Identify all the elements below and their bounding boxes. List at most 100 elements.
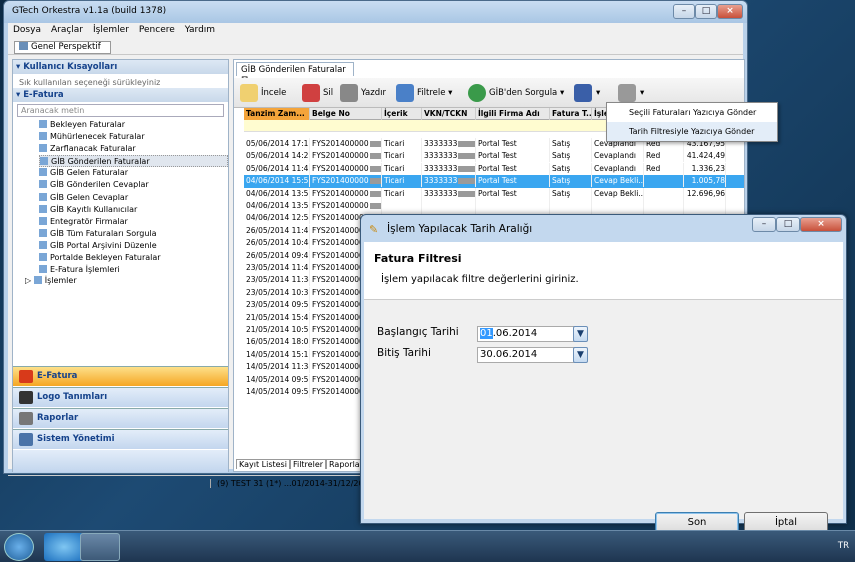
table-cell: 26/05/2014 11:43 [246,224,310,237]
tree-item[interactable]: Entegratör Firmalar [39,216,228,228]
tab-kayit-listesi[interactable]: Kayıt Listesi [236,459,290,469]
tree-item-islemler[interactable]: ▷ İşlemler [13,276,228,288]
tree-item-selected[interactable]: GİB Gönderilen Faturalar [39,155,228,168]
end-date-field[interactable]: 30.06.2014 [477,347,585,363]
table-cell: FYS201400000 [310,187,382,200]
window-title: GTech Orkestra v1.1a (build 1378) [12,6,167,16]
table-cell: 41.424,49 [684,150,726,163]
table-cell: FYS201400000 [310,200,382,212]
language-indicator[interactable]: TR [838,541,849,551]
start-button[interactable] [4,533,34,561]
table-cell: 05/06/2014 11:40 [246,162,310,175]
perspective-label: Genel Perspektif [31,42,101,52]
start-date-field[interactable]: 01.06.2014 [477,326,585,342]
dialog-subheading: İşlem yapılacak filtre değerlerini girin… [381,274,579,285]
yazdir-button[interactable]: Yazdır [340,82,386,104]
doc-icon [40,157,48,166]
magnifier-icon [240,84,258,102]
sil-button[interactable]: Sil [302,82,333,104]
dialog-maximize-button[interactable]: □ [776,217,800,232]
table-cell: 23/05/2014 10:30 [246,286,310,299]
gib-sorgula-button[interactable]: GİB'den Sorgula ▾ [468,82,564,104]
accordion-sistem[interactable]: Sistem Yönetimi [13,429,228,449]
tree-item[interactable]: GİB Portal Arşivini Düzenle [39,240,228,252]
table-cell: 26/05/2014 10:44 [246,237,310,250]
tree-item[interactable]: GİB Tüm Faturaları Sorgula [39,228,228,240]
tree-item[interactable]: GİB Gelen Faturalar [39,167,228,179]
redacted-mark [458,190,475,197]
tree-item[interactable]: E-Fatura İşlemleri [39,264,228,276]
col-firma[interactable]: İlgili Firma Adı [476,108,550,120]
table-row[interactable]: 05/06/2014 14:29 FYS201400000 Ticari 333333… [244,150,744,163]
dialog-minimize-button[interactable]: – [752,217,776,232]
efatura-tree: Bekleyen Faturalar Mühürlenecek Faturala… [13,119,228,276]
tree-item[interactable]: GİB Kayıtlı Kullanıcılar [39,204,228,216]
accordion-logo[interactable]: Logo Tanımları [13,387,228,407]
table-cell: Cevap Bekli... [594,175,644,188]
table-cell [684,200,726,212]
table-cell: Portal Test [476,187,550,200]
accordion-efatura[interactable]: E-Fatura [13,366,228,386]
col-icerik[interactable]: İçerik [382,108,422,120]
table-cell: FYS201400000 [310,175,382,188]
users-icon [39,204,47,213]
col-tanzim[interactable]: Tanzim Zam... [244,108,310,120]
table-row[interactable]: 05/06/2014 11:40 FYS201400000 Ticari 333333… [244,162,744,175]
col-belge[interactable]: Belge No [310,108,382,120]
orkestra-taskbar-icon[interactable] [80,533,120,561]
table-cell: Red [644,162,684,175]
col-fatura-tipi[interactable]: Fatura T... [550,108,592,120]
table-cell: 3333333 [422,187,476,200]
ie-icon[interactable] [44,533,84,561]
start-date-dropdown[interactable]: ▼ [573,326,588,342]
table-row[interactable]: 04/06/2014 13:51 FYS201400000 Ticari 333333… [244,187,744,200]
table-cell: Ticari [382,138,422,150]
efatura-icon [19,370,33,383]
menu-yardim[interactable]: Yardım [180,23,220,37]
table-row[interactable]: 04/06/2014 15:56 FYS201400000 Ticari 333333… [244,175,744,188]
table-row[interactable]: 04/06/2014 13:51 FYS201400000 [244,200,744,212]
taskbar: TR [0,530,855,562]
dialog-close-button[interactable]: × [800,217,842,232]
tree-item[interactable]: Portalde Bekleyen Faturalar [39,252,228,264]
accordion-raporlar[interactable]: Raporlar [13,408,228,428]
shortcuts-title: Kullanıcı Kısayolları [23,62,118,72]
save-button[interactable]: ▾ [574,82,600,104]
col-vkn[interactable]: VKN/TCKN [422,108,476,120]
doc-icon [39,253,47,262]
redacted-mark [369,190,381,197]
tree-item[interactable]: Bekleyen Faturalar [39,119,228,131]
tree-item[interactable]: Zarflanacak Faturalar [39,143,228,155]
filtrele-button[interactable]: Filtrele ▾ [396,82,452,104]
close-button[interactable]: × [717,4,743,19]
end-date-dropdown[interactable]: ▼ [573,347,588,363]
logo-icon [19,391,33,404]
tab-filtreler[interactable]: Filtreler [289,459,327,469]
print-menu-button[interactable]: ▾ [618,82,644,104]
tab-gib-gonderilen[interactable]: GİB Gönderilen Faturalar ⊠ [236,62,354,85]
folder-icon [33,276,42,285]
efatura-header[interactable]: ▾ E-Fatura [13,88,228,102]
archive-icon [39,240,47,249]
perspective-button[interactable]: Genel Perspektif [14,41,111,54]
menu-item-print-selected[interactable]: Seçili Faturaları Yazıcıya Gönder [607,103,777,122]
tree-item[interactable]: GİB Gelen Cevaplar [39,192,228,204]
menu-item-print-date-filter[interactable]: Tarih Filtresiyle Yazıcıya Gönder [607,122,777,141]
menu-pencere[interactable]: Pencere [134,23,180,37]
search-input[interactable]: Aranacak metin [17,104,224,117]
printer-icon [340,84,358,102]
table-cell [382,200,422,212]
maximize-button[interactable]: □ [695,4,717,19]
redacted-mark [458,165,475,172]
menu-islemler[interactable]: İşlemler [88,23,134,37]
minimize-button[interactable]: – [673,4,695,19]
table-cell: 16/05/2014 18:05 [246,336,310,349]
incele-button[interactable]: İncele [240,82,286,104]
company-icon [39,216,47,225]
tree-item[interactable]: GİB Gönderilen Cevaplar [39,179,228,191]
tree-item[interactable]: Mühürlenecek Faturalar [39,131,228,143]
table-cell: 05/06/2014 17:19 [246,138,310,150]
shortcuts-header[interactable]: ▾ Kullanıcı Kısayolları [13,60,228,74]
menu-araclar[interactable]: Araçlar [46,23,88,37]
menu-dosya[interactable]: Dosya [8,23,46,37]
